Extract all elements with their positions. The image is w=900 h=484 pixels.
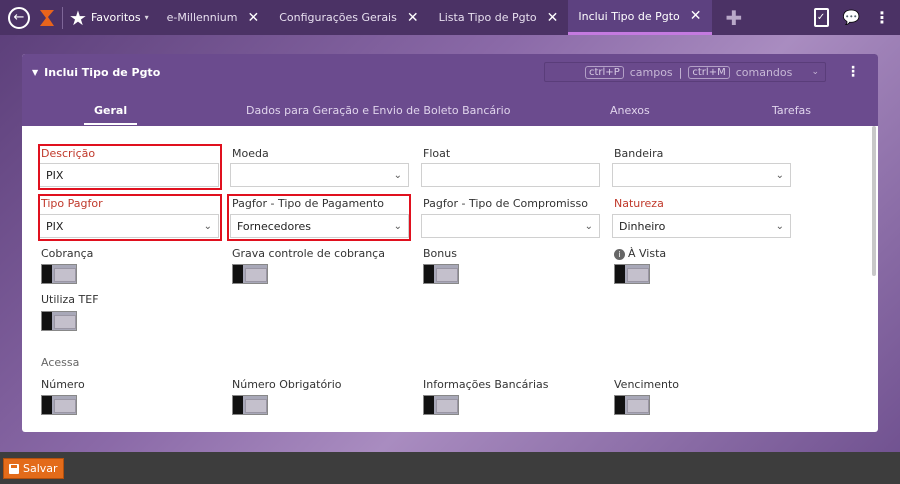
panel-header: ▼ Inclui Tipo de Pgto ctrl+P campos | ct… bbox=[22, 54, 878, 126]
tab-tarefas[interactable]: Tarefas bbox=[772, 104, 811, 117]
collapse-triangle-icon: ▼ bbox=[32, 68, 39, 77]
form-panel: ▼ Inclui Tipo de Pgto ctrl+P campos | ct… bbox=[22, 54, 878, 432]
clipboard-check-icon[interactable]: ✓ bbox=[813, 8, 829, 27]
close-icon[interactable]: ✕ bbox=[690, 8, 702, 24]
tab-e-millennium[interactable]: e-Millennium ✕ bbox=[157, 0, 270, 35]
save-button[interactable]: Salvar bbox=[3, 458, 64, 479]
tab-anexos[interactable]: Anexos bbox=[610, 104, 650, 117]
close-icon[interactable]: ✕ bbox=[547, 10, 559, 26]
moeda-label: Moeda bbox=[232, 147, 269, 160]
chevron-down-icon[interactable]: ⌄ bbox=[811, 67, 819, 77]
chevron-down-icon: ⌄ bbox=[775, 169, 784, 181]
panel-title-text: Inclui Tipo de Pgto bbox=[44, 66, 161, 79]
top-right-actions: ✓ 💬 ⋮ bbox=[813, 8, 900, 27]
moeda-select[interactable]: ⌄ bbox=[230, 163, 409, 187]
float-input[interactable] bbox=[421, 163, 600, 187]
grava-controle-toggle[interactable] bbox=[232, 264, 268, 284]
informacoes-bancarias-label: Informações Bancárias bbox=[423, 378, 549, 391]
tab-label: Inclui Tipo de Pgto bbox=[578, 9, 680, 23]
chevron-down-icon: ⌄ bbox=[584, 220, 593, 232]
natureza-select[interactable]: Dinheiro ⌄ bbox=[612, 214, 791, 238]
numero-obrigatorio-toggle[interactable] bbox=[232, 395, 268, 415]
shortcut-label: campos bbox=[629, 65, 673, 79]
chevron-down-icon: ▾ bbox=[144, 13, 149, 22]
back-arrow-icon[interactable]: ← bbox=[8, 6, 30, 29]
more-vertical-icon[interactable]: ⋮ bbox=[874, 8, 890, 27]
numero-obrigatorio-label: Número Obrigatório bbox=[232, 378, 342, 391]
chat-icon[interactable]: 💬 bbox=[843, 10, 860, 26]
chevron-down-icon: ⌄ bbox=[393, 169, 402, 181]
tab-dados-boleto[interactable]: Dados para Geração e Envio de Boleto Ban… bbox=[246, 104, 510, 117]
informacoes-bancarias-toggle[interactable] bbox=[423, 395, 459, 415]
section-acessa: Acessa bbox=[41, 356, 80, 369]
numero-label: Número bbox=[41, 378, 85, 391]
tab-label: Lista Tipo de Pgto bbox=[438, 11, 537, 24]
close-icon[interactable]: ✕ bbox=[247, 10, 259, 26]
tab-inclui-tipo-pgto[interactable]: Inclui Tipo de Pgto ✕ bbox=[568, 0, 712, 35]
natureza-value: Dinheiro bbox=[619, 219, 666, 233]
tab-label: Configurações Gerais bbox=[279, 11, 397, 24]
close-icon[interactable]: ✕ bbox=[407, 10, 419, 26]
shortcut-separator: | bbox=[678, 65, 683, 79]
save-label: Salvar bbox=[23, 462, 58, 475]
a-vista-label: iÀ Vista bbox=[614, 247, 666, 260]
numero-toggle[interactable] bbox=[41, 395, 77, 415]
grava-controle-label: Grava controle de cobrança bbox=[232, 247, 385, 260]
tab-lista-tipo-pgto[interactable]: Lista Tipo de Pgto ✕ bbox=[429, 0, 569, 35]
top-bar: ← ★ Favoritos ▾ e-Millennium ✕ Configura… bbox=[0, 0, 900, 35]
app-logo-icon bbox=[40, 9, 54, 26]
natureza-label: Natureza bbox=[614, 197, 664, 210]
scrollbar[interactable] bbox=[872, 126, 876, 276]
panel-title[interactable]: ▼ Inclui Tipo de Pgto bbox=[32, 66, 160, 79]
bandeira-label: Bandeira bbox=[614, 147, 664, 160]
vencimento-label: Vencimento bbox=[614, 378, 680, 391]
a-vista-toggle[interactable] bbox=[614, 264, 650, 284]
footer-bar: Salvar bbox=[0, 452, 900, 484]
cobranca-label: Cobrança bbox=[41, 247, 94, 260]
pagfor-tipo-compromisso-label: Pagfor - Tipo de Compromisso bbox=[423, 197, 588, 210]
a-vista-label-text: À Vista bbox=[628, 247, 667, 260]
chevron-down-icon: ⌄ bbox=[775, 220, 784, 232]
highlight-box bbox=[38, 194, 222, 241]
favorites-label: Favoritos bbox=[90, 11, 141, 24]
add-tab-icon[interactable]: ✚ bbox=[726, 6, 743, 30]
divider bbox=[62, 6, 63, 29]
star-icon: ★ bbox=[69, 5, 87, 30]
bandeira-select[interactable]: ⌄ bbox=[612, 163, 791, 187]
float-label: Float bbox=[423, 147, 451, 160]
tab-configuracoes-gerais[interactable]: Configurações Gerais ✕ bbox=[269, 0, 428, 35]
shortcut-label: comandos bbox=[735, 65, 793, 79]
bonus-label: Bonus bbox=[423, 247, 457, 260]
more-vertical-icon[interactable]: ⋮ bbox=[846, 64, 860, 80]
tab-label: e-Millennium bbox=[166, 11, 238, 24]
subtab-bar: Geral Dados para Geração e Envio de Bole… bbox=[22, 102, 878, 126]
cobranca-toggle[interactable] bbox=[41, 264, 77, 284]
bonus-toggle[interactable] bbox=[423, 264, 459, 284]
info-icon[interactable]: i bbox=[614, 249, 625, 260]
utiliza-tef-toggle[interactable] bbox=[41, 311, 77, 331]
floppy-disk-icon bbox=[9, 463, 19, 474]
highlight-box bbox=[227, 194, 411, 241]
favorites-menu[interactable]: ★ Favoritos ▾ bbox=[69, 8, 157, 28]
vencimento-toggle[interactable] bbox=[614, 395, 650, 415]
shortcut-search[interactable]: ctrl+P campos | ctrl+M comandos ⌄ bbox=[544, 62, 826, 82]
shortcut-key: ctrl+P bbox=[585, 65, 624, 79]
shortcut-key: ctrl+M bbox=[688, 65, 730, 79]
highlight-box bbox=[38, 144, 222, 190]
tab-geral[interactable]: Geral bbox=[84, 104, 138, 125]
utiliza-tef-label: Utiliza TEF bbox=[41, 293, 99, 306]
pagfor-tipo-compromisso-select[interactable]: ⌄ bbox=[421, 214, 600, 238]
